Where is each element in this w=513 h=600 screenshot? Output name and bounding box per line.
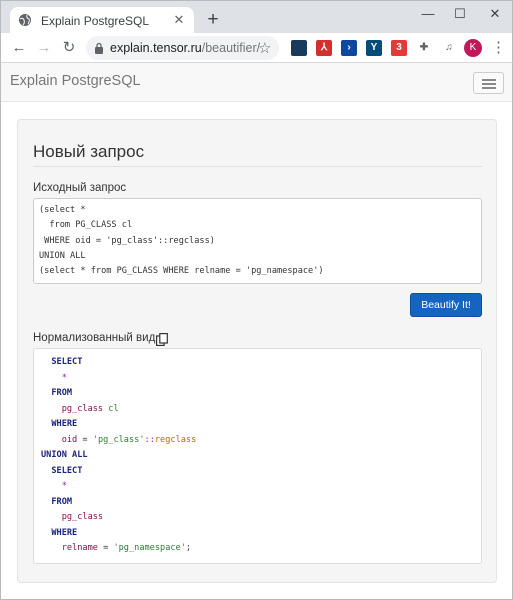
code-token: UNION ALL <box>41 450 88 460</box>
code-token: = <box>97 543 114 553</box>
reload-icon[interactable]: ↻ <box>59 38 79 58</box>
code-token: SELECT <box>51 357 83 367</box>
query-panel: Новый запрос Исходный запрос (select * f… <box>17 119 497 583</box>
extension-5-icon[interactable]: 3 <box>391 40 407 56</box>
normalized-output: SELECT * FROM pg_class cl WHERE oid = 'p… <box>33 348 482 564</box>
profile-avatar[interactable]: K <box>464 39 482 57</box>
tab-title: Explain PostgreSQL <box>41 14 150 28</box>
code-token: FROM <box>51 496 73 507</box>
extension-3-icon[interactable]: › <box>341 40 357 56</box>
bookmark-star-icon[interactable]: ☆ <box>258 39 271 57</box>
url-text: explain.tensor.ru/beautifier/ <box>110 41 261 55</box>
address-bar[interactable]: explain.tensor.ru/beautifier/ ☆ <box>86 36 279 60</box>
puzzle-icon[interactable]: ✚ <box>416 40 432 56</box>
copy-icon[interactable] <box>156 333 168 346</box>
lock-icon <box>95 42 103 54</box>
code-line: relname = 'pg_namespace'; <box>41 541 481 557</box>
browser-toolbar: ← → ↻ explain.tensor.ru/beautifier/ ☆ ⅄ ›… <box>0 33 513 63</box>
site-navbar: Explain PostgreSQL <box>1 63 512 102</box>
site-brand[interactable]: Explain PostgreSQL <box>10 73 141 89</box>
code-token: FROM <box>51 388 73 398</box>
code-token: ; <box>185 543 192 553</box>
divider <box>33 166 482 167</box>
code-token: regclass <box>154 434 197 445</box>
new-tab-button[interactable]: + <box>204 10 222 29</box>
code-token: = <box>77 434 93 445</box>
code-token: oid <box>61 434 78 445</box>
code-token: 'pg_namespace' <box>113 543 186 553</box>
beautify-button[interactable]: Beautify It! <box>410 293 482 317</box>
input-label: Исходный запрос <box>33 182 127 194</box>
code-line: * <box>41 479 481 495</box>
code-token: pg_class <box>61 512 104 522</box>
code-token: WHERE <box>51 419 78 429</box>
source-query-input[interactable]: (select * from PG_CLASS cl WHERE oid = '… <box>33 198 482 284</box>
code-line: * <box>41 371 481 387</box>
code-line: SELECT <box>41 464 481 480</box>
page-viewport: Explain PostgreSQL Новый запрос Исходный… <box>0 63 513 600</box>
code-line: WHERE <box>41 526 481 542</box>
code-token: :: <box>144 434 155 445</box>
extension-1-icon[interactable] <box>291 40 307 56</box>
media-icon[interactable]: ♫ <box>441 40 457 56</box>
back-icon[interactable]: ← <box>9 38 29 58</box>
pdf-extension-icon[interactable]: ⅄ <box>316 40 332 56</box>
minimize-button[interactable]: — <box>412 3 444 25</box>
code-line: FROM <box>41 495 481 511</box>
code-line: UNION ALL <box>41 448 481 464</box>
code-token: relname <box>61 543 98 553</box>
code-token: 'pg_class' <box>92 434 145 445</box>
extension-4-icon[interactable]: Y <box>366 40 382 56</box>
code-token: pg_class <box>61 403 104 414</box>
panel-title: Новый запрос <box>33 142 145 161</box>
code-token: WHERE <box>51 527 78 538</box>
code-line: oid = 'pg_class'::regclass <box>41 433 481 449</box>
maximize-button[interactable]: ☐ <box>444 3 476 25</box>
code-token: * <box>61 372 67 383</box>
code-token: cl <box>108 403 119 414</box>
code-token: * <box>61 481 67 491</box>
code-line: FROM <box>41 386 481 402</box>
code-token: SELECT <box>51 465 83 476</box>
browser-tab[interactable]: Explain PostgreSQL ✕ <box>10 7 194 34</box>
browser-tabstrip: Explain PostgreSQL ✕ + — ☐ ✕ <box>0 0 513 34</box>
code-line: SELECT <box>41 355 481 371</box>
globe-icon <box>19 14 31 26</box>
close-window-button[interactable]: ✕ <box>479 3 511 25</box>
code-line: pg_class cl <box>41 402 481 418</box>
close-tab-icon[interactable]: ✕ <box>172 13 186 27</box>
code-line: pg_class <box>41 510 481 526</box>
output-label: Нормализованный вид <box>33 332 156 344</box>
code-line: WHERE <box>41 417 481 433</box>
forward-icon[interactable]: → <box>34 38 54 58</box>
browser-menu-icon[interactable]: ⋮ <box>491 39 506 57</box>
menu-toggle-button[interactable] <box>473 72 504 94</box>
